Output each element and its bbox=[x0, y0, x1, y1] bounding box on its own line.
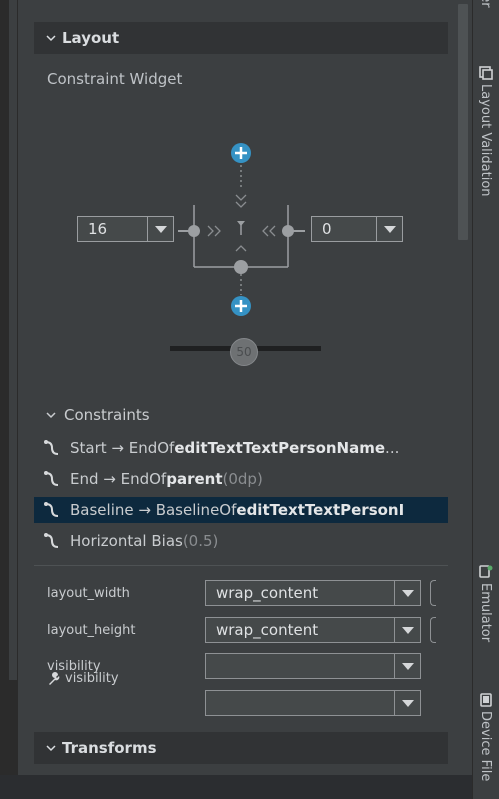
layout-width-label: layout_width bbox=[47, 586, 130, 601]
tools-visibility-label-group: visibility bbox=[47, 671, 119, 686]
constraint-baseline-prefix: Baseline → BaselineOf bbox=[70, 501, 237, 519]
tools-visibility-label: visibility bbox=[65, 671, 119, 686]
add-top-constraint-button[interactable] bbox=[231, 143, 251, 163]
left-gutter bbox=[9, 0, 17, 680]
dropdown-arrow-icon[interactable] bbox=[394, 654, 420, 678]
constraints-header[interactable]: Constraints bbox=[34, 402, 448, 428]
section-layout-header[interactable]: Layout bbox=[34, 22, 448, 54]
add-bottom-constraint-button[interactable] bbox=[231, 296, 251, 316]
chevron-down-icon bbox=[46, 412, 56, 419]
vertical-scrollbar[interactable] bbox=[456, 0, 472, 775]
layout-validation-icon bbox=[478, 66, 493, 80]
section-transforms-label: Transforms bbox=[62, 739, 157, 757]
constraint-icon bbox=[44, 502, 59, 517]
constraint-end-prefix: End → EndOf bbox=[70, 470, 167, 488]
layout-width-dropdown[interactable]: wrap_content bbox=[205, 580, 421, 606]
constraint-icon bbox=[44, 440, 59, 455]
constraint-bias-prefix: Horizontal Bias bbox=[70, 532, 183, 550]
tab-debugger-label: ger bbox=[478, 0, 493, 40]
constraint-start-suffix: ... bbox=[385, 439, 400, 457]
emulator-icon bbox=[478, 565, 492, 578]
layout-height-extra-field[interactable] bbox=[430, 617, 436, 643]
layout-width-extra-field[interactable] bbox=[430, 580, 436, 606]
constraint-widget-diagram bbox=[170, 143, 321, 351]
constraint-widget-title: Constraint Widget bbox=[47, 70, 183, 88]
divider bbox=[34, 565, 448, 566]
scrollbar-thumb[interactable] bbox=[458, 4, 468, 240]
constraint-icon bbox=[44, 533, 59, 548]
chevron-down-icon bbox=[46, 35, 56, 42]
bottom-bar bbox=[0, 775, 472, 799]
layout-height-value: wrap_content bbox=[216, 621, 319, 639]
constraint-baseline-target: editTextTextPersonI bbox=[236, 501, 405, 519]
constraint-row-baseline[interactable]: Baseline → BaselineOf editTextTextPerson… bbox=[34, 497, 448, 523]
dropdown-arrow-icon[interactable] bbox=[394, 581, 420, 605]
dropdown-arrow-icon[interactable] bbox=[147, 217, 173, 241]
tools-visibility-dropdown[interactable] bbox=[205, 690, 421, 716]
constraint-row-start[interactable]: Start → EndOf editTextTextPersonName ... bbox=[34, 435, 448, 461]
section-layout-label: Layout bbox=[62, 29, 120, 47]
tab-device-file-label: Device File bbox=[478, 711, 493, 782]
device-file-icon bbox=[479, 693, 492, 707]
tab-device-file-explorer[interactable]: Device File bbox=[472, 693, 499, 781]
constraint-bias-suffix: (0.5) bbox=[182, 532, 219, 550]
layout-width-value: wrap_content bbox=[216, 584, 319, 602]
tab-emulator[interactable]: Emulator bbox=[472, 565, 499, 642]
tab-debugger[interactable]: ger bbox=[472, 0, 499, 40]
layout-height-dropdown[interactable]: wrap_content bbox=[205, 617, 421, 643]
bias-slider-thumb[interactable]: 50 bbox=[230, 338, 258, 366]
constraint-end-target: parent bbox=[166, 470, 223, 488]
end-margin-value: 0 bbox=[322, 220, 332, 238]
constraint-start-prefix: Start → EndOf bbox=[70, 439, 175, 457]
constraints-label: Constraints bbox=[64, 406, 150, 424]
constraint-row-end[interactable]: End → EndOf parent (0dp) bbox=[34, 466, 448, 492]
wrench-icon bbox=[49, 671, 60, 685]
constraint-row-bias[interactable]: Horizontal Bias (0.5) bbox=[34, 528, 448, 554]
layout-height-label: layout_height bbox=[47, 623, 136, 638]
tab-emulator-label: Emulator bbox=[478, 583, 493, 643]
constraint-start-target: editTextTextPersonName bbox=[174, 439, 386, 457]
start-margin-dropdown[interactable]: 16 bbox=[77, 216, 174, 242]
dropdown-arrow-icon[interactable] bbox=[376, 217, 402, 241]
constraint-icon bbox=[44, 471, 59, 486]
section-transforms-header[interactable]: Transforms bbox=[34, 732, 448, 764]
constraint-end-suffix: (0dp) bbox=[222, 470, 263, 488]
visibility-dropdown[interactable] bbox=[205, 653, 421, 679]
start-margin-value: 16 bbox=[88, 220, 108, 238]
tab-layout-validation-label: Layout Validation bbox=[478, 84, 493, 197]
dropdown-arrow-icon[interactable] bbox=[394, 618, 420, 642]
dropdown-arrow-icon[interactable] bbox=[394, 691, 420, 715]
end-margin-dropdown[interactable]: 0 bbox=[311, 216, 403, 242]
left-tool-strip bbox=[0, 0, 18, 799]
tab-layout-validation[interactable]: Layout Validation bbox=[472, 66, 499, 197]
chevron-down-icon bbox=[46, 745, 56, 752]
